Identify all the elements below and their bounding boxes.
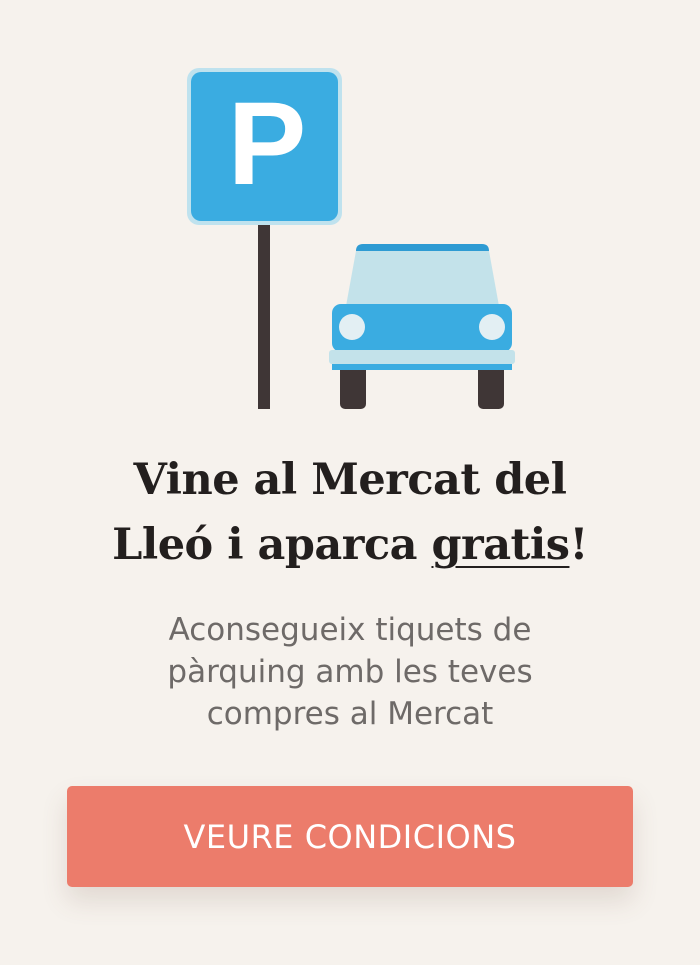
- subtitle-line-3: compres al Mercat: [206, 696, 494, 732]
- parking-sign-pole: [258, 220, 270, 409]
- car-bumper: [329, 350, 515, 364]
- parking-illustration: P: [187, 68, 515, 409]
- headline-line-2-post: !: [569, 520, 588, 570]
- car-windshield: [346, 251, 499, 306]
- promo-subtitle: Aconsegueix tiquets de pàrquing amb les …: [0, 609, 700, 735]
- promo-headline: Vine al Mercat del Lleó i aparca gratis!: [0, 448, 700, 578]
- headline-emphasis-gratis: gratis: [431, 520, 570, 570]
- headline-line-2: Lleó i aparca gratis!: [0, 513, 700, 578]
- parking-sign-letter: P: [228, 78, 307, 210]
- headline-line-1: Vine al Mercat del: [133, 455, 567, 505]
- car-roof-stripe: [356, 244, 489, 251]
- car-icon: [329, 244, 515, 409]
- car-underbody: [332, 364, 512, 370]
- view-conditions-button[interactable]: VEURE CONDICIONS: [67, 786, 633, 887]
- car-headlight-right: [479, 314, 505, 340]
- parking-sign-icon: P: [187, 68, 342, 409]
- subtitle-line-1: Aconsegueix tiquets de: [168, 612, 532, 648]
- subtitle-line-2: pàrquing amb les teves: [167, 654, 533, 690]
- car-headlight-left: [339, 314, 365, 340]
- headline-line-2-pre: Lleó i aparca: [112, 520, 432, 570]
